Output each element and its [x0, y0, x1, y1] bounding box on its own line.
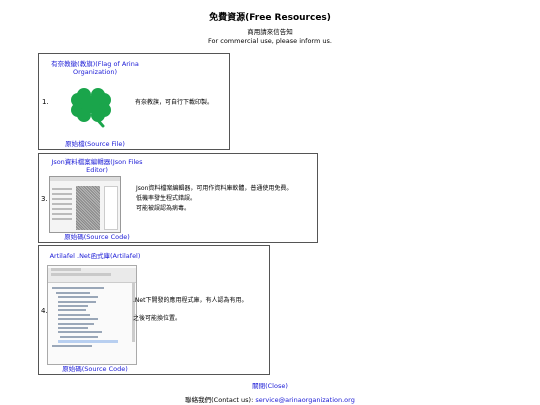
json-editor-screenshot[interactable]: [49, 176, 121, 233]
resource-card-flag: 有奈教徽(教旗)(Flag of Arina Organization) 1. …: [38, 53, 230, 150]
notice-zh: 商用請來信告知: [247, 28, 293, 36]
contact-label: 聯絡我們(Contact us):: [185, 396, 256, 404]
solution-tree: [48, 283, 136, 348]
source-code-link[interactable]: 原始碼(Source Code): [45, 363, 145, 373]
source-code-link[interactable]: 原始碼(Source Code): [45, 231, 149, 241]
editor-panel: [104, 186, 118, 230]
close-link[interactable]: 關閉(Close): [0, 380, 540, 390]
resource-card-artilafel: Artilafel .Net函式庫(Artilafel) 4. .Net下開發的…: [38, 245, 270, 375]
window-titlebar: [50, 177, 120, 181]
solution-explorer-toolbar: [48, 268, 136, 283]
resource-number: 1.: [42, 98, 49, 106]
resource-card-json-editor: Json資料檔案編輯器(Json Files Editor) 3. Json資料…: [38, 153, 318, 243]
resource-title-link[interactable]: Artilafel .Net函式庫(Artilafel): [45, 252, 145, 260]
editor-sidebar: [52, 185, 72, 230]
resource-description: Json資料檔案編輯器，可用作資料庫軟體，普通使用免費。 低機率發生程式錯誤。 …: [136, 184, 316, 214]
notice-en: For commercial use, please inform us.: [208, 37, 332, 45]
contact-email-link[interactable]: service@arinaorganization.org: [255, 396, 355, 404]
resource-title-link[interactable]: Json資料檔案編輯器(Json Files Editor): [45, 158, 149, 174]
description-line: 低機率發生程式錯誤。: [136, 195, 197, 202]
source-file-link[interactable]: 原始檔(Source File): [45, 138, 145, 148]
resource-title-link[interactable]: 有奈教徽(教旗)(Flag of Arina Organization): [45, 60, 145, 76]
description-line: Json資料檔案編輯器，可用作資料庫軟體，普通使用免費。: [136, 185, 293, 192]
resource-description: .Net下開發的應用程式庫，有人認為有用。 之後可能換位置。: [133, 296, 269, 332]
page-title: 免費資源(Free Resources): [209, 13, 331, 23]
resource-description: 有奈教旗，可自行下載印製。: [135, 99, 214, 106]
artilafel-screenshot[interactable]: [47, 265, 137, 365]
four-leaf-clover-icon[interactable]: [69, 82, 113, 128]
contact-footer: 聯絡我們(Contact us): service@arinaorganizat…: [0, 394, 540, 404]
commercial-notice: 商用請來信告知 For commercial use, please infor…: [0, 28, 540, 46]
description-line: 可能被誤認為病毒。: [136, 205, 191, 212]
description-line: 之後可能換位置。: [133, 315, 182, 322]
description-line: .Net下開發的應用程式庫，有人認為有用。: [133, 297, 248, 304]
editor-data-grid: [76, 186, 100, 230]
resource-number: 3.: [41, 195, 48, 203]
